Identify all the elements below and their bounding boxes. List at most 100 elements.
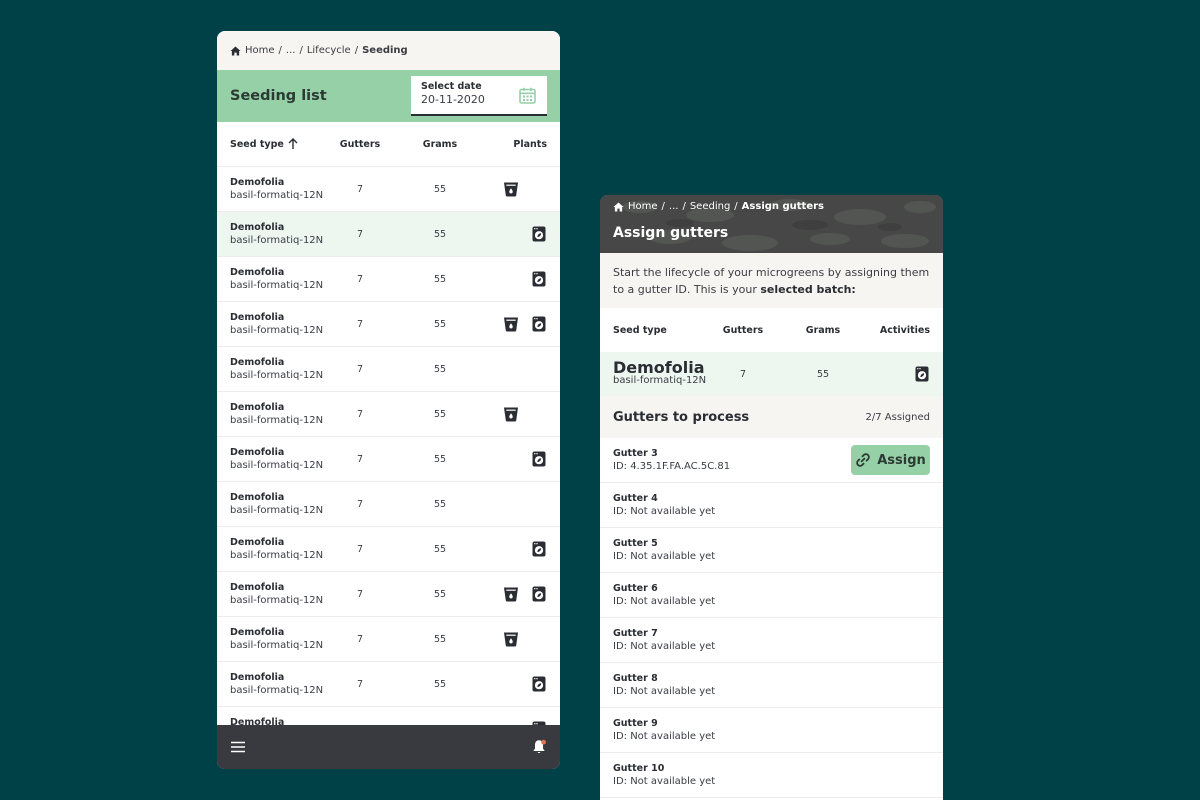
- seed-type-cell: Demofolia basil-formatiq-12N: [230, 446, 329, 473]
- breadcrumb: Home / ... / Lifecycle / Seeding: [230, 45, 408, 56]
- gutter-name: Gutter 9: [613, 717, 658, 729]
- breadcrumb-ellipsis[interactable]: ...: [286, 45, 296, 56]
- gutter-name: Gutter 10: [613, 762, 665, 774]
- gutters-cell: 7: [356, 408, 364, 420]
- seed-type-cell: Demofolia basil-formatiq-12N: [230, 356, 329, 383]
- assign-gutters-screen: Home / ... / Seeding / Assign gutters As…: [600, 195, 943, 800]
- gutters-cell: 7: [356, 588, 364, 600]
- column-header-grams: Grams: [805, 324, 841, 336]
- seed-name: Demofolia: [230, 626, 285, 638]
- home-icon[interactable]: [613, 202, 624, 212]
- calendar-icon[interactable]: [519, 87, 536, 104]
- seed-name: Demofolia: [230, 446, 285, 458]
- home-icon[interactable]: [230, 46, 241, 56]
- seed-name: Demofolia: [230, 671, 285, 683]
- grams-cell: 55: [433, 633, 447, 645]
- assign-button[interactable]: Assign: [851, 445, 930, 475]
- breadcrumb-ellipsis[interactable]: ...: [669, 201, 679, 212]
- gutter-id: ID: Not available yet: [613, 595, 716, 607]
- breadcrumb-home[interactable]: Home: [245, 45, 275, 56]
- column-header-gutters[interactable]: Gutters: [329, 139, 391, 150]
- seed-pot-icon[interactable]: [531, 451, 547, 467]
- grams-cell: 55: [433, 498, 447, 510]
- gutter-id: ID: Not available yet: [613, 775, 716, 787]
- gutter-row[interactable]: Gutter 8 ID: Not available yet: [600, 663, 943, 708]
- gutter-name: Gutter 8: [613, 672, 658, 684]
- page-title: Assign gutters: [613, 225, 729, 241]
- bell-icon[interactable]: [531, 739, 547, 755]
- gutter-list: Gutter 3 ID: 4.35.1F.FA.AC.5C.81 Assign …: [600, 438, 943, 798]
- breadcrumb-home[interactable]: Home: [628, 201, 658, 212]
- table-row[interactable]: Demofolia basil-formatiq-12N 7 55: [217, 527, 560, 572]
- sort-ascending-icon[interactable]: [288, 138, 298, 150]
- gutters-cell: 7: [356, 273, 364, 285]
- link-icon: [856, 453, 870, 467]
- column-header-grams[interactable]: Grams: [391, 139, 489, 150]
- gutter-info: Gutter 7 ID: Not available yet: [613, 627, 715, 654]
- seed-pot-icon[interactable]: [531, 541, 547, 557]
- gutter-row[interactable]: Gutter 6 ID: Not available yet: [600, 573, 943, 618]
- seed-type-cell: Demofolia basil-formatiq-12N: [230, 536, 329, 563]
- grams-cell: 55: [433, 453, 447, 465]
- gutter-info: Gutter 9 ID: Not available yet: [613, 717, 715, 744]
- seed-variant: basil-formatiq-12N: [230, 594, 324, 606]
- seed-pot-icon[interactable]: [531, 676, 547, 692]
- gutter-row[interactable]: Gutter 10 ID: Not available yet: [600, 753, 943, 798]
- column-header-gutters: Gutters: [722, 324, 764, 336]
- seed-cup-icon[interactable]: [503, 316, 519, 332]
- gutters-cell: 7: [356, 453, 364, 465]
- table-row[interactable]: Demofolia basil-formatiq-12N 7 55: [217, 482, 560, 527]
- date-picker[interactable]: Select date 20-11-2020: [411, 76, 547, 116]
- breadcrumb-lifecycle[interactable]: Lifecycle: [307, 45, 351, 56]
- gutter-row[interactable]: Gutter 7 ID: Not available yet: [600, 618, 943, 663]
- intro-text: Start the lifecycle of your microgreens …: [600, 253, 943, 308]
- seed-variant: basil-formatiq-12N: [230, 684, 324, 696]
- assigned-count: 2/7 Assigned: [865, 411, 931, 423]
- grams-cell: 55: [433, 228, 447, 240]
- table-row[interactable]: Demofolia basil-formatiq-12N 7 55: [217, 662, 560, 707]
- breadcrumb-separator: /: [299, 45, 303, 56]
- seed-name: Demofolia: [230, 311, 285, 323]
- table-row[interactable]: Demofolia basil-formatiq-12N 7 55: [217, 347, 560, 392]
- table-row[interactable]: Demofolia basil-formatiq-12N 7 55: [217, 572, 560, 617]
- seed-variant: basil-formatiq-12N: [230, 234, 324, 246]
- seed-cup-icon[interactable]: [503, 181, 519, 197]
- breadcrumb: Home / ... / Seeding / Assign gutters: [613, 201, 824, 212]
- gutter-row[interactable]: Gutter 3 ID: 4.35.1F.FA.AC.5C.81 Assign: [600, 438, 943, 483]
- seed-list: Demofolia basil-formatiq-12N 7 55 Demofo…: [217, 167, 560, 769]
- table-row[interactable]: Demofolia basil-formatiq-12N 7 55: [217, 392, 560, 437]
- gutter-info: Gutter 10 ID: Not available yet: [613, 762, 715, 789]
- table-row[interactable]: Demofolia basil-formatiq-12N 7 55: [217, 167, 560, 212]
- plants-cell: [489, 226, 547, 242]
- breadcrumb-separator: /: [354, 45, 359, 56]
- seed-pot-icon[interactable]: [531, 316, 547, 332]
- gutter-info: Gutter 4 ID: Not available yet: [613, 492, 715, 519]
- gutter-info: Gutter 5 ID: Not available yet: [613, 537, 715, 564]
- gutters-cell: 7: [739, 368, 747, 380]
- gutter-row[interactable]: Gutter 5 ID: Not available yet: [600, 528, 943, 573]
- gutter-row[interactable]: Gutter 4 ID: Not available yet: [600, 483, 943, 528]
- seed-pot-icon[interactable]: [531, 271, 547, 287]
- column-header-seed-type[interactable]: Seed type: [230, 138, 329, 150]
- table-row[interactable]: Demofolia basil-formatiq-12N 7 55: [217, 617, 560, 662]
- menu-icon[interactable]: [230, 739, 246, 755]
- seed-cup-icon[interactable]: [503, 586, 519, 602]
- seed-name: Demofolia: [230, 266, 285, 278]
- breadcrumb-seeding[interactable]: Seeding: [690, 201, 730, 212]
- table-row[interactable]: Demofolia basil-formatiq-12N 7 55: [217, 257, 560, 302]
- gutter-row[interactable]: Gutter 9 ID: Not available yet: [600, 708, 943, 753]
- seed-name: Demofolia: [613, 357, 705, 377]
- seed-cup-icon[interactable]: [503, 631, 519, 647]
- seed-pot-icon[interactable]: [531, 226, 547, 242]
- gutters-cell: 7: [356, 363, 364, 375]
- table-row[interactable]: Demofolia basil-formatiq-12N 7 55: [217, 437, 560, 482]
- grams-cell: 55: [433, 183, 447, 195]
- column-header-plants[interactable]: Plants: [489, 139, 547, 150]
- table-row[interactable]: Demofolia basil-formatiq-12N 7 55: [217, 302, 560, 347]
- seed-pot-icon: [914, 366, 930, 382]
- plants-cell: [489, 631, 547, 647]
- seed-name: Demofolia: [230, 176, 285, 188]
- seed-pot-icon[interactable]: [531, 586, 547, 602]
- seed-cup-icon[interactable]: [503, 406, 519, 422]
- table-row[interactable]: Demofolia basil-formatiq-12N 7 55: [217, 212, 560, 257]
